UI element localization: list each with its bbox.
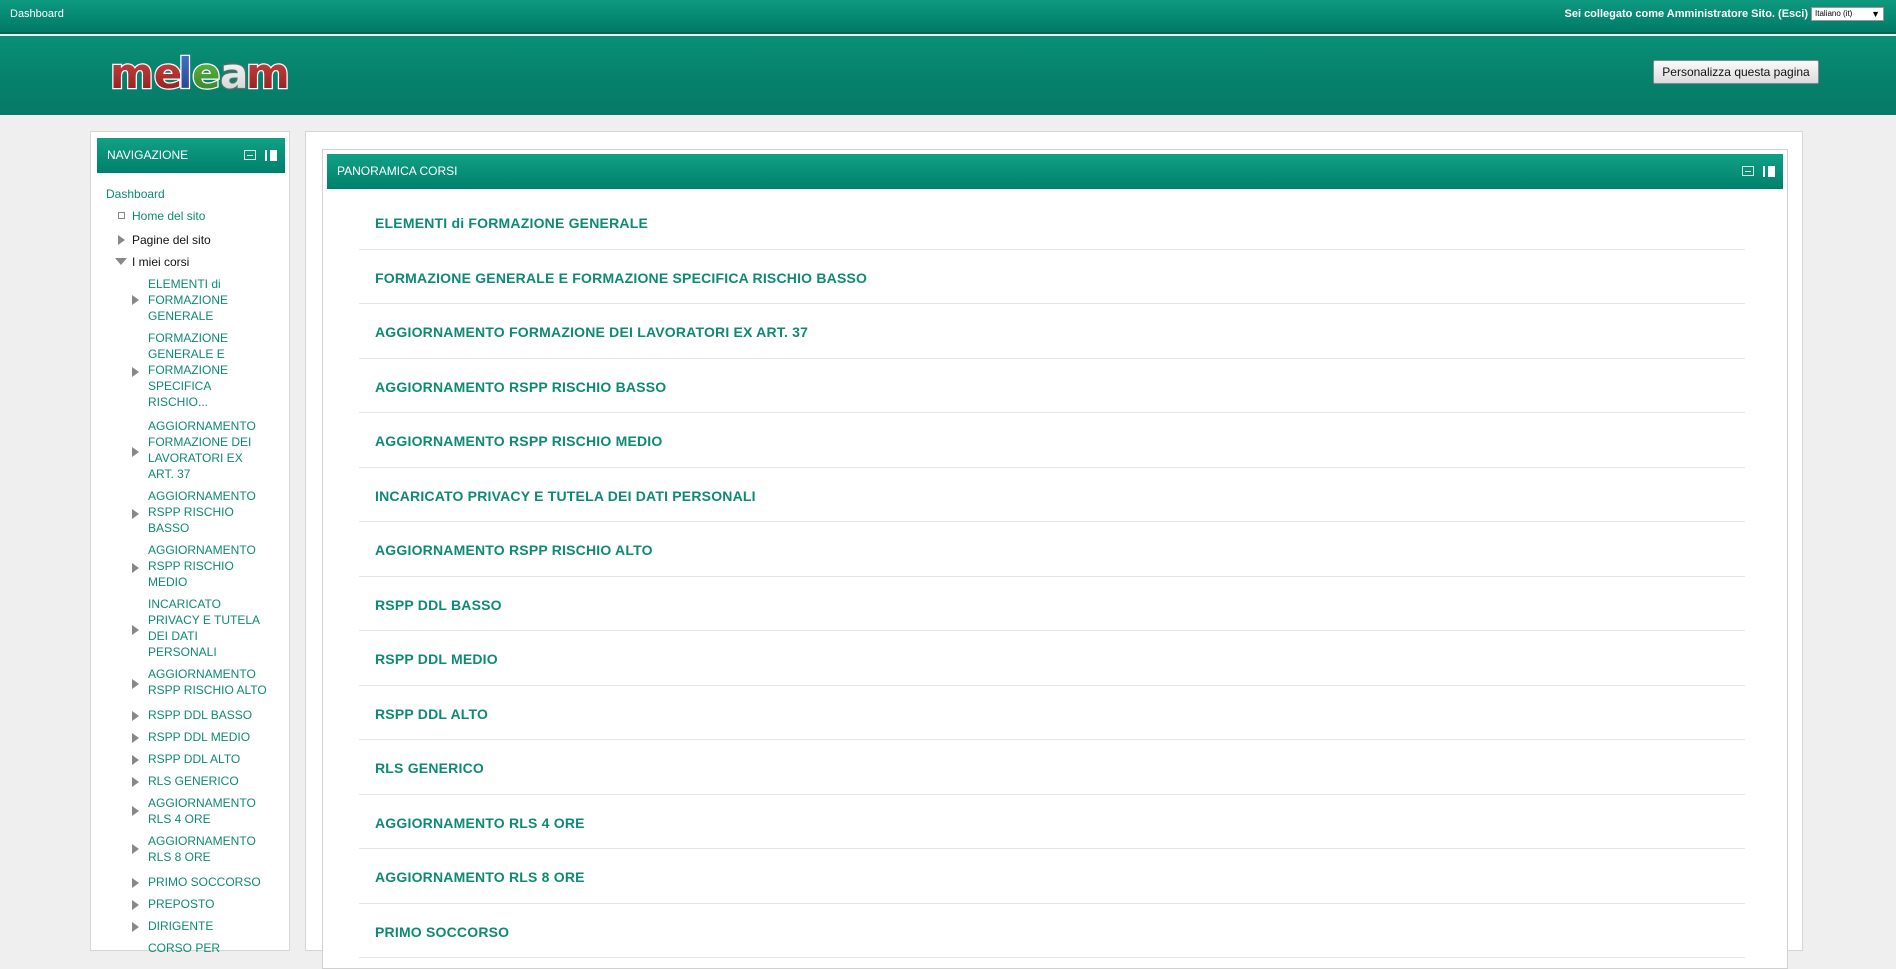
language-select[interactable]: Italiano (it) ▼: [1811, 7, 1884, 21]
expand-icon[interactable]: [132, 733, 139, 743]
course-link[interactable]: INCARICATO PRIVACY E TUTELA DEI DATI PER…: [375, 488, 756, 504]
page-header: me l e a m Personalizza questa pagina: [0, 36, 1896, 115]
expand-icon[interactable]: [132, 625, 139, 635]
course-link[interactable]: RLS GENERICO: [375, 760, 484, 776]
course-overview-block: PANORAMICA CORSI ELEMENTI di FORMAZIONE …: [322, 149, 1788, 969]
nav-course-17[interactable]: CORSO PER: [148, 940, 220, 956]
course-link[interactable]: RSPP DDL MEDIO: [375, 651, 498, 667]
expand-icon[interactable]: [132, 295, 139, 305]
course-row: ELEMENTI di FORMAZIONE GENERALE: [359, 195, 1745, 250]
expand-icon[interactable]: [132, 679, 139, 689]
nav-course-9[interactable]: RSPP DDL MEDIO: [148, 729, 250, 745]
login-info[interactable]: Sei collegato come Amministratore Sito. …: [1565, 8, 1809, 20]
expand-icon[interactable]: [132, 711, 139, 721]
nav-course-2[interactable]: FORMAZIONE GENERALE E FORMAZIONE SPECIFI…: [148, 330, 228, 410]
course-row: AGGIORNAMENTO RSPP RISCHIO MEDIO: [359, 413, 1745, 468]
course-link[interactable]: RSPP DDL ALTO: [375, 706, 488, 722]
dock-icon[interactable]: [265, 150, 277, 161]
course-link[interactable]: FORMAZIONE GENERALE E FORMAZIONE SPECIFI…: [375, 270, 867, 286]
svg-text:a: a: [220, 50, 248, 94]
svg-text:me: me: [110, 50, 182, 94]
course-row: AGGIORNAMENTO RLS 8 ORE: [359, 849, 1745, 904]
course-row: AGGIORNAMENTO RLS 4 ORE: [359, 795, 1745, 849]
nav-dashboard[interactable]: Dashboard: [106, 186, 165, 202]
course-row: RSPP DDL ALTO: [359, 686, 1745, 740]
expand-icon[interactable]: [132, 806, 139, 816]
customize-page-button[interactable]: Personalizza questa pagina: [1653, 60, 1819, 84]
nav-course-4[interactable]: AGGIORNAMENTO RSPP RISCHIO BASSO: [148, 488, 256, 536]
nav-home-site[interactable]: Home del sito: [132, 208, 205, 224]
svg-text:e: e: [192, 50, 221, 94]
nav-course-14[interactable]: PRIMO SOCCORSO: [148, 874, 261, 890]
course-overview-title: PANORAMICA CORSI: [337, 164, 458, 178]
navigation-block: NAVIGAZIONE Dashboard Home del sito Pagi…: [90, 131, 290, 955]
course-row: RLS GENERICO: [359, 740, 1745, 795]
course-overview-header: PANORAMICA CORSI: [327, 154, 1783, 189]
course-row: AGGIORNAMENTO RSPP RISCHIO BASSO: [359, 359, 1745, 413]
nav-course-8[interactable]: RSPP DDL BASSO: [148, 707, 252, 723]
course-row: RSPP DDL MEDIO: [359, 631, 1745, 686]
nav-course-5[interactable]: AGGIORNAMENTO RSPP RISCHIO MEDIO: [148, 542, 256, 590]
course-link[interactable]: AGGIORNAMENTO RSPP RISCHIO ALTO: [375, 542, 653, 558]
language-selected: Italiano (it): [1815, 9, 1853, 18]
course-link[interactable]: AGGIORNAMENTO RLS 8 ORE: [375, 869, 585, 885]
expand-icon[interactable]: [132, 878, 139, 888]
course-link[interactable]: RSPP DDL BASSO: [375, 597, 502, 613]
top-bar: Dashboard Sei collegato come Amministrat…: [0, 0, 1896, 34]
course-link[interactable]: AGGIORNAMENTO FORMAZIONE DEI LAVORATORI …: [375, 324, 808, 340]
nav-course-1[interactable]: ELEMENTI di FORMAZIONE GENERALE: [148, 276, 228, 324]
block-controls: [1741, 166, 1775, 178]
nav-course-13[interactable]: AGGIORNAMENTO RLS 8 ORE: [148, 833, 256, 865]
nav-course-12[interactable]: AGGIORNAMENTO RLS 4 ORE: [148, 795, 256, 827]
svg-text:l: l: [178, 50, 192, 94]
expand-icon[interactable]: [132, 922, 139, 932]
nav-course-10[interactable]: RSPP DDL ALTO: [148, 751, 240, 767]
course-link[interactable]: AGGIORNAMENTO RSPP RISCHIO BASSO: [375, 379, 666, 395]
course-row: INCARICATO PRIVACY E TUTELA DEI DATI PER…: [359, 468, 1745, 522]
navigation-title: NAVIGAZIONE: [107, 148, 189, 162]
course-link[interactable]: AGGIORNAMENTO RSPP RISCHIO MEDIO: [375, 433, 662, 449]
course-link[interactable]: PRIMO SOCCORSO: [375, 924, 509, 940]
bullet-icon: [118, 212, 125, 219]
expand-icon[interactable]: [132, 777, 139, 787]
course-list: ELEMENTI di FORMAZIONE GENERALE FORMAZIO…: [359, 195, 1745, 958]
dashboard-link[interactable]: Dashboard: [10, 8, 64, 20]
course-row: FORMAZIONE GENERALE E FORMAZIONE SPECIFI…: [359, 250, 1745, 304]
expand-icon[interactable]: [132, 509, 139, 519]
block-controls: [243, 150, 277, 162]
nav-course-16[interactable]: DIRIGENTE: [148, 918, 213, 934]
svg-text:m: m: [246, 50, 290, 94]
expand-icon[interactable]: [132, 367, 139, 377]
collapse-icon[interactable]: [1741, 166, 1754, 176]
collapse-tree-icon[interactable]: [115, 258, 127, 265]
nav-course-7[interactable]: AGGIORNAMENTO RSPP RISCHIO ALTO: [148, 666, 267, 698]
expand-icon[interactable]: [132, 844, 139, 854]
dock-icon[interactable]: [1763, 166, 1775, 177]
nav-course-11[interactable]: RLS GENERICO: [148, 773, 239, 789]
course-row: AGGIORNAMENTO RSPP RISCHIO ALTO: [359, 522, 1745, 577]
navigation-block-header: NAVIGAZIONE: [97, 138, 285, 173]
nav-course-3[interactable]: AGGIORNAMENTO FORMAZIONE DEI LAVORATORI …: [148, 418, 256, 482]
nav-site-pages[interactable]: Pagine del sito: [132, 232, 211, 248]
course-link[interactable]: AGGIORNAMENTO RLS 4 ORE: [375, 815, 585, 831]
collapse-icon[interactable]: [243, 150, 256, 160]
expand-icon[interactable]: [118, 235, 125, 245]
expand-icon[interactable]: [132, 755, 139, 765]
chevron-down-icon: ▼: [1871, 9, 1880, 19]
course-row: RSPP DDL BASSO: [359, 577, 1745, 631]
course-link[interactable]: ELEMENTI di FORMAZIONE GENERALE: [375, 215, 648, 231]
nav-course-6[interactable]: INCARICATO PRIVACY E TUTELA DEI DATI PER…: [148, 596, 260, 660]
nav-my-courses[interactable]: I miei corsi: [132, 254, 189, 270]
course-row: AGGIORNAMENTO FORMAZIONE DEI LAVORATORI …: [359, 304, 1745, 359]
expand-icon[interactable]: [132, 563, 139, 573]
nav-course-15[interactable]: PREPOSTO: [148, 896, 214, 912]
main-region: PANORAMICA CORSI ELEMENTI di FORMAZIONE …: [305, 131, 1803, 969]
site-logo[interactable]: me l e a m: [110, 50, 300, 94]
expand-icon[interactable]: [132, 900, 139, 910]
course-row: PRIMO SOCCORSO: [359, 904, 1745, 958]
expand-icon[interactable]: [132, 447, 139, 457]
